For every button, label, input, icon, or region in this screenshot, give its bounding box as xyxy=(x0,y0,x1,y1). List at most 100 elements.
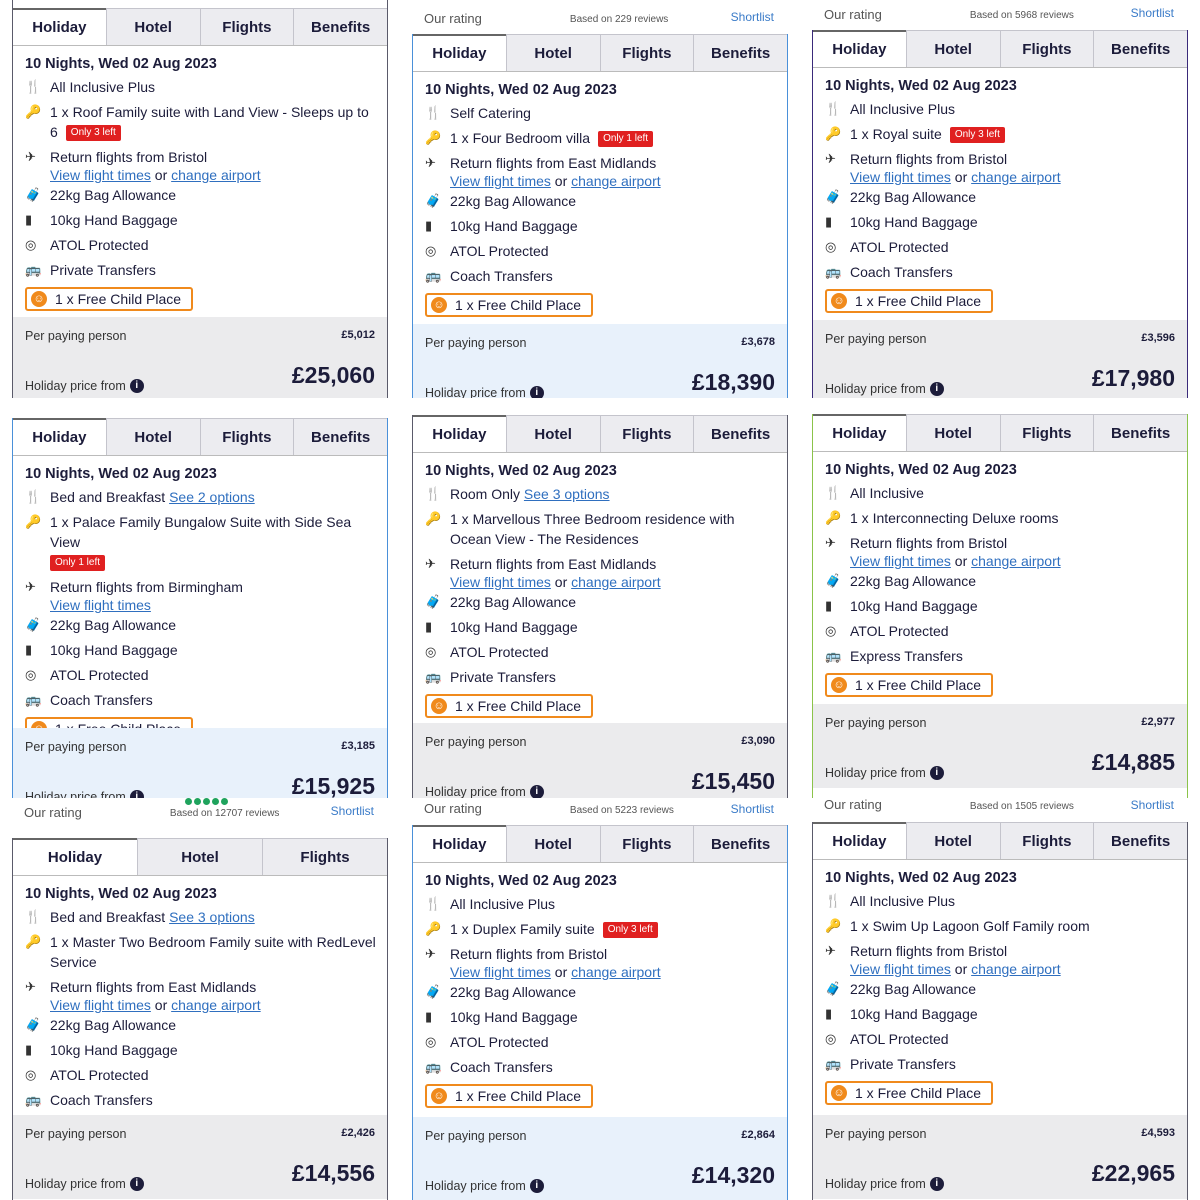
change-airport-link[interactable]: change airport xyxy=(571,574,661,590)
see-options-link[interactable]: See 3 options xyxy=(169,909,255,925)
tab-holiday[interactable]: Holiday xyxy=(813,414,906,451)
tab-flights[interactable]: Flights xyxy=(599,34,694,71)
atol-protected: ATOL Protected xyxy=(50,237,149,253)
reviews-count: Based on 5968 reviews xyxy=(969,10,1074,21)
see-options-link[interactable]: See 3 options xyxy=(524,486,610,502)
view-flight-times-link[interactable]: View flight times xyxy=(50,597,151,613)
shortlist-link[interactable]: Shortlist xyxy=(731,802,774,816)
tab-flights[interactable]: Flights xyxy=(199,8,294,45)
bus-icon: 🚌 xyxy=(25,262,42,277)
tab-benefits[interactable]: Benefits xyxy=(1093,414,1187,451)
total-price: £14,320 xyxy=(691,1162,775,1188)
tab-holiday[interactable]: Holiday xyxy=(813,30,906,67)
shortlist-link[interactable]: Shortlist xyxy=(1131,6,1174,20)
tab-flights[interactable]: Flights xyxy=(999,822,1094,859)
see-options-link[interactable]: See 2 options xyxy=(169,489,255,505)
tab-flights[interactable]: Flights xyxy=(199,418,294,455)
availability-badge: Only 1 left xyxy=(598,131,654,148)
key-icon: 🔑 xyxy=(825,126,842,141)
atol-protected: ATOL Protected xyxy=(50,667,149,683)
tab-benefits[interactable]: Benefits xyxy=(1093,30,1187,67)
holiday-price-label: Holiday price from i xyxy=(825,766,944,780)
info-icon[interactable]: i xyxy=(529,386,544,398)
view-flight-times-link[interactable]: View flight times xyxy=(50,997,151,1013)
tab-benefits[interactable]: Benefits xyxy=(693,825,787,862)
holiday-date: 10 Nights, Wed 02 Aug 2023 xyxy=(25,56,217,72)
tab-holiday[interactable]: Holiday xyxy=(813,822,906,859)
board-basis: All Inclusive Plus xyxy=(450,896,556,912)
tab-holiday[interactable]: Holiday xyxy=(413,415,506,452)
view-flight-times-link[interactable]: View flight times xyxy=(850,169,951,185)
shortlist-link[interactable]: Shortlist xyxy=(1131,798,1174,812)
view-flight-times-link[interactable]: View flight times xyxy=(850,553,951,569)
holiday-date: 10 Nights, Wed 02 Aug 2023 xyxy=(425,82,617,98)
holiday-date: 10 Nights, Wed 02 Aug 2023 xyxy=(825,870,1017,886)
tab-hotel[interactable]: Hotel xyxy=(105,418,200,455)
atol-protected: ATOL Protected xyxy=(850,239,949,255)
info-icon[interactable]: i xyxy=(129,379,144,393)
view-flight-times-link[interactable]: View flight times xyxy=(450,173,551,189)
holiday-card: Holiday Hotel Flights Benefits 10 Nights… xyxy=(812,30,1188,398)
or-text: or xyxy=(154,167,168,183)
view-flight-times-link[interactable]: View flight times xyxy=(850,961,951,977)
tab-benefits[interactable]: Benefits xyxy=(293,8,387,45)
info-icon[interactable]: i xyxy=(129,1177,144,1191)
cutlery-icon: 🍴 xyxy=(25,489,42,504)
info-icon[interactable]: i xyxy=(929,382,944,396)
or-text: or xyxy=(554,964,568,980)
shortlist-link[interactable]: Shortlist xyxy=(731,10,774,24)
transfers: Coach Transfers xyxy=(450,1059,553,1075)
info-icon[interactable]: i xyxy=(129,790,144,798)
tab-hotel[interactable]: Hotel xyxy=(505,415,600,452)
view-flight-times-link[interactable]: View flight times xyxy=(450,574,551,590)
tab-holiday[interactable]: Holiday xyxy=(13,838,137,875)
change-airport-link[interactable]: change airport xyxy=(971,553,1061,569)
total-price: £22,965 xyxy=(1091,1160,1175,1186)
tab-hotel[interactable]: Hotel xyxy=(137,838,262,875)
tab-benefits[interactable]: Benefits xyxy=(293,418,387,455)
info-icon[interactable]: i xyxy=(929,1177,944,1191)
change-airport-link[interactable]: change airport xyxy=(171,997,261,1013)
atol-protected: ATOL Protected xyxy=(450,1034,549,1050)
tab-benefits[interactable]: Benefits xyxy=(693,415,787,452)
tab-hotel[interactable]: Hotel xyxy=(505,825,600,862)
tab-flights[interactable]: Flights xyxy=(262,838,387,875)
tab-hotel[interactable]: Hotel xyxy=(105,8,200,45)
tab-flights[interactable]: Flights xyxy=(999,30,1094,67)
change-airport-link[interactable]: change airport xyxy=(971,169,1061,185)
bag-allowance: 22kg Bag Allowance xyxy=(450,984,577,1000)
tab-holiday[interactable]: Holiday xyxy=(413,825,506,862)
plane-icon: ✈ xyxy=(825,535,836,550)
change-airport-link[interactable]: change airport xyxy=(571,173,661,189)
suitcase-icon: 🧳 xyxy=(825,573,842,588)
bag-allowance: 22kg Bag Allowance xyxy=(450,594,577,610)
tab-holiday[interactable]: Holiday xyxy=(13,418,106,455)
cutlery-icon: 🍴 xyxy=(425,896,442,911)
tab-benefits[interactable]: Benefits xyxy=(693,34,787,71)
hand-baggage: 10kg Hand Baggage xyxy=(850,598,978,614)
tab-flights[interactable]: Flights xyxy=(599,825,694,862)
change-airport-link[interactable]: change airport xyxy=(571,964,661,980)
bag-allowance: 22kg Bag Allowance xyxy=(850,981,977,997)
tab-hotel[interactable]: Hotel xyxy=(905,822,1000,859)
tab-flights[interactable]: Flights xyxy=(999,414,1094,451)
change-airport-link[interactable]: change airport xyxy=(971,961,1061,977)
shortlist-link[interactable]: Shortlist xyxy=(331,804,374,818)
tab-benefits[interactable]: Benefits xyxy=(1093,822,1187,859)
change-airport-link[interactable]: change airport xyxy=(171,167,261,183)
info-icon[interactable]: i xyxy=(929,766,944,780)
tab-hotel[interactable]: Hotel xyxy=(505,34,600,71)
tab-hotel[interactable]: Hotel xyxy=(905,30,1000,67)
tab-holiday[interactable]: Holiday xyxy=(13,8,106,45)
view-flight-times-link[interactable]: View flight times xyxy=(50,167,151,183)
board-basis: All Inclusive Plus xyxy=(50,79,156,95)
tab-holiday[interactable]: Holiday xyxy=(413,34,506,71)
view-flight-times-link[interactable]: View flight times xyxy=(450,964,551,980)
tab-hotel[interactable]: Hotel xyxy=(905,414,1000,451)
or-text: or xyxy=(554,574,568,590)
bus-icon: 🚌 xyxy=(825,648,842,663)
info-icon[interactable]: i xyxy=(529,785,544,798)
tab-flights[interactable]: Flights xyxy=(599,415,694,452)
info-icon[interactable]: i xyxy=(529,1179,544,1193)
room-type: 1 x Roof Family suite with Land View - S… xyxy=(50,104,369,142)
